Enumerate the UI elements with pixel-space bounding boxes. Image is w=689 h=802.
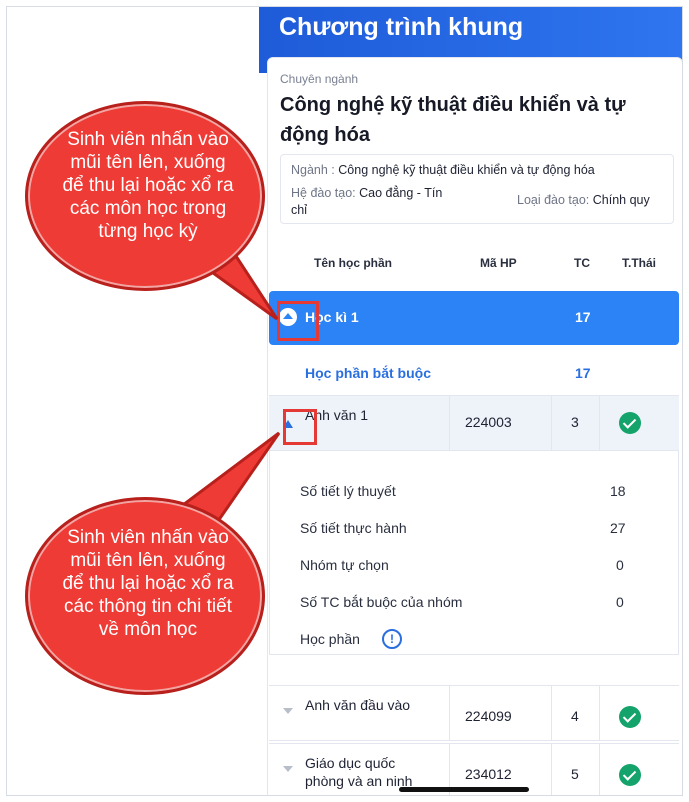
course-row[interactable]: Anh văn 1 224003 3 <box>269 395 679 451</box>
major-name: Công nghệ kỹ thuật điều khiển và tự động… <box>280 94 626 146</box>
app-screen: Chương trình khung Chuyên ngành Công ngh… <box>259 7 682 795</box>
callout-top-text: Sinh viên nhấn vào mũi tên lên, xuống để… <box>62 129 234 242</box>
nganh-key: Ngành : <box>291 163 335 177</box>
course-row[interactable]: Anh văn đầu vào 224099 4 <box>269 685 679 741</box>
detail-value: 0 <box>616 594 624 610</box>
course-tc: 3 <box>571 414 579 430</box>
detail-label: Số tiết thực hành <box>300 520 407 536</box>
detail-label: Nhóm tự chọn <box>300 557 389 573</box>
caret-down-icon[interactable] <box>283 766 293 772</box>
course-name: Anh văn 1 <box>305 407 369 423</box>
screenshot-frame: Chương trình khung Chuyên ngành Công ngh… <box>6 6 683 796</box>
group-label[interactable]: Học phần bắt buộc <box>305 365 431 381</box>
column-divider <box>449 686 450 740</box>
major-caption: Chuyên ngành <box>280 72 359 86</box>
check-circle-icon <box>619 764 641 786</box>
detail-label: Số TC bắt buộc của nhóm <box>300 594 463 610</box>
semester-tc: 17 <box>575 309 591 325</box>
hoc-phan-label: Học phần <box>300 631 360 647</box>
course-tc: 5 <box>571 766 579 782</box>
nganh-line: Ngành : Công nghệ kỹ thuật điều khiển và… <box>291 163 671 177</box>
course-detail-panel: Số tiết lý thuyết 18 Số tiết thực hành 2… <box>269 451 679 655</box>
nganh-value: Công nghệ kỹ thuật điều khiển và tự động… <box>338 163 595 177</box>
loai-dao-tao-value: Chính quy <box>592 193 650 207</box>
col-header-tc: TC <box>574 256 590 270</box>
column-divider <box>599 686 600 740</box>
caret-down-icon[interactable] <box>283 708 293 714</box>
callout-bottom: Sinh viên nhấn vào mũi tên lên, xuống để… <box>25 497 265 695</box>
col-header-code: Mã HP <box>480 256 517 270</box>
check-circle-icon <box>619 412 641 434</box>
course-code: 234012 <box>465 766 512 782</box>
column-divider <box>599 396 600 450</box>
column-divider <box>551 744 552 795</box>
column-divider <box>599 744 600 795</box>
group-tc: 17 <box>575 365 591 381</box>
detail-value: 0 <box>616 557 624 573</box>
home-indicator <box>399 787 529 792</box>
course-code: 224003 <box>465 414 512 430</box>
check-circle-icon <box>619 706 641 728</box>
column-divider <box>449 396 450 450</box>
he-dao-tao-key: Hệ đào tạo: <box>291 186 356 200</box>
info-icon[interactable]: ! <box>382 629 402 649</box>
column-divider <box>551 686 552 740</box>
loai-dao-tao-key: Loại đào tạo: <box>517 193 590 207</box>
detail-value: 18 <box>610 483 626 499</box>
course-code: 224099 <box>465 708 512 724</box>
semester-row[interactable]: Học kì 1 17 <box>269 291 679 345</box>
detail-label: Số tiết lý thuyết <box>300 483 396 499</box>
loai-dao-tao-line: Loại đào tạo: Chính quy <box>517 193 650 207</box>
course-name: Giáo dục quốc phòng và an ninh <box>305 755 413 789</box>
page-title: Chương trình khung <box>279 13 524 41</box>
col-header-name: Tên học phần <box>314 256 392 270</box>
he-dao-tao-line: Hệ đào tạo: Cao đẳng - Tín chỉ <box>291 185 461 219</box>
callout-bottom-text: Sinh viên nhấn vào mũi tên lên, xuống để… <box>62 527 234 640</box>
callout-top: Sinh viên nhấn vào mũi tên lên, xuống để… <box>25 101 265 291</box>
column-divider <box>551 396 552 450</box>
detail-value: 27 <box>610 520 626 536</box>
col-header-status: T.Thái <box>622 256 657 270</box>
program-info-box: Ngành : Công nghệ kỹ thuật điều khiển và… <box>280 154 674 224</box>
highlight-box-course-toggle <box>283 409 317 445</box>
course-name: Anh văn đầu vào <box>305 697 411 713</box>
course-tc: 4 <box>571 708 579 724</box>
